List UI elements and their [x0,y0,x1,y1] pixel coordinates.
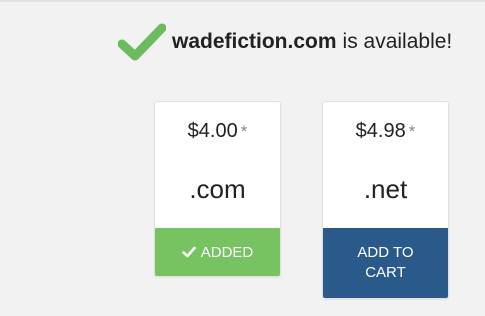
domain-card-net: $4.98 * .net ADD TO CART [322,101,449,299]
available-domain-name: wadefiction.com [172,30,337,53]
price-value: $4.00 [187,120,238,142]
check-icon [181,245,196,259]
availability-status: is available! [342,30,453,53]
added-button[interactable]: ADDED [155,228,280,276]
tld-label: .com [189,174,246,204]
price: $4.00 * [155,120,280,143]
added-button-label: ADDED [200,243,254,261]
price-value: $4.98 [355,120,406,142]
tld-label: .net [363,174,408,204]
domain-card-com: $4.00 * .com ADDED [154,101,281,277]
price-asterisk: * [408,122,416,141]
check-icon [117,22,167,62]
add-to-cart-label-line1: ADD TO [357,244,414,261]
availability-message: wadefiction.com is available! [117,22,453,62]
top-divider [0,0,485,2]
add-to-cart-label-line2: CART [365,264,406,281]
add-to-cart-button[interactable]: ADD TO CART [323,228,448,298]
price-asterisk: * [240,122,248,141]
price: $4.98 * [323,120,448,143]
